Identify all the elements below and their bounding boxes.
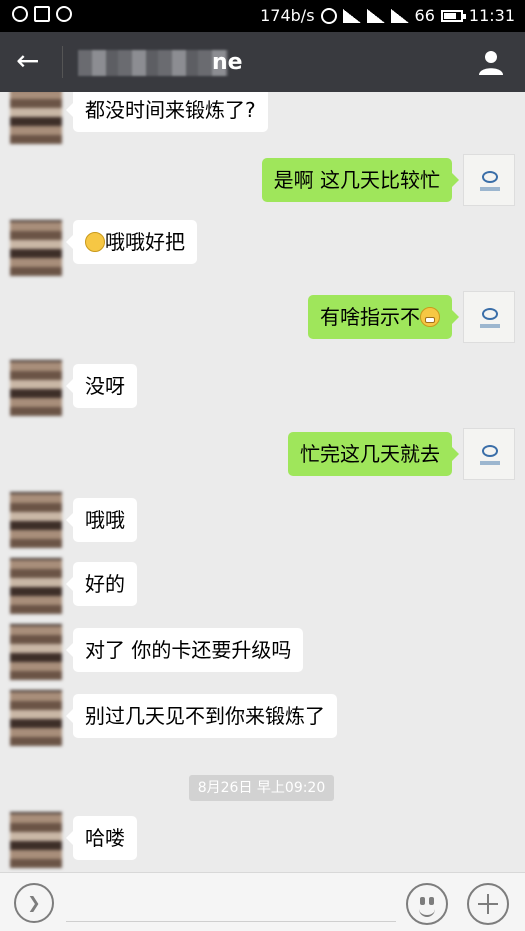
message-text: 有啥指示不: [320, 305, 420, 329]
alarm-icon: [320, 7, 337, 24]
my-avatar[interactable]: [463, 291, 515, 343]
message-bubble-incoming[interactable]: 哦哦好把: [66, 220, 197, 264]
chat-title: ne: [212, 50, 243, 75]
contact-avatar[interactable]: [10, 558, 62, 614]
contact-avatar[interactable]: [10, 220, 62, 276]
message-bubble-incoming[interactable]: 哦哦: [66, 498, 137, 542]
contact-avatar[interactable]: [10, 92, 62, 144]
confused-face-icon: [85, 232, 105, 252]
message-bubble-outgoing[interactable]: 忙完这几天就去: [288, 432, 459, 476]
signal-icon: [366, 8, 385, 23]
grinning-face-icon: [420, 307, 440, 327]
profile-icon[interactable]: [477, 48, 505, 76]
contact-name-blurred: [78, 50, 228, 76]
back-arrow-icon[interactable]: ←: [16, 46, 39, 76]
voice-input-icon[interactable]: ❯: [14, 883, 54, 923]
my-avatar[interactable]: [463, 154, 515, 206]
contact-avatar[interactable]: [10, 812, 62, 868]
my-avatar[interactable]: [463, 428, 515, 480]
message-bubble-incoming[interactable]: 好的: [66, 562, 137, 606]
title-divider: [62, 46, 63, 78]
battery-level: 66: [414, 6, 435, 25]
chat-area[interactable]: 都没时间来锻炼了? 是啊 这几天比较忙 哦哦好把 有啥指示不 没呀 忙完这几天就…: [0, 92, 525, 872]
message-bubble-incoming[interactable]: 别过几天见不到你来锻炼了: [66, 694, 337, 738]
contact-avatar[interactable]: [10, 690, 62, 746]
chat-timestamp: 8月26日 早上09:20: [189, 775, 334, 801]
image-notification-icon: [34, 6, 50, 22]
message-bubble-incoming[interactable]: 没呀: [66, 364, 137, 408]
clock: 11:31: [468, 6, 515, 25]
message-bubble-incoming[interactable]: 都没时间来锻炼了?: [66, 92, 268, 132]
app-notification-icon: [12, 6, 28, 22]
message-bubble-outgoing[interactable]: 是啊 这几天比较忙: [261, 158, 460, 202]
contact-avatar[interactable]: [10, 624, 62, 680]
more-options-icon[interactable]: [467, 883, 509, 925]
message-text: 哦哦好把: [105, 230, 185, 254]
message-bubble-outgoing[interactable]: 有啥指示不: [308, 295, 459, 339]
wifi-icon: [342, 8, 361, 23]
contact-avatar[interactable]: [10, 492, 62, 548]
network-speed: 174b/s: [260, 6, 315, 25]
message-bubble-incoming[interactable]: 哈喽: [66, 816, 137, 860]
message-input[interactable]: [66, 921, 396, 922]
signal-2-icon: [390, 8, 409, 23]
contact-avatar[interactable]: [10, 360, 62, 416]
status-bar: 174b/s 66 11:31: [0, 0, 525, 32]
input-bar: ❯: [0, 872, 525, 931]
message-bubble-incoming[interactable]: 对了 你的卡还要升级吗: [65, 628, 304, 672]
title-bar: ← ne: [0, 32, 525, 92]
battery-icon: [440, 9, 466, 22]
emoji-picker-icon[interactable]: [406, 883, 448, 925]
message-notification-icon: [56, 6, 72, 22]
